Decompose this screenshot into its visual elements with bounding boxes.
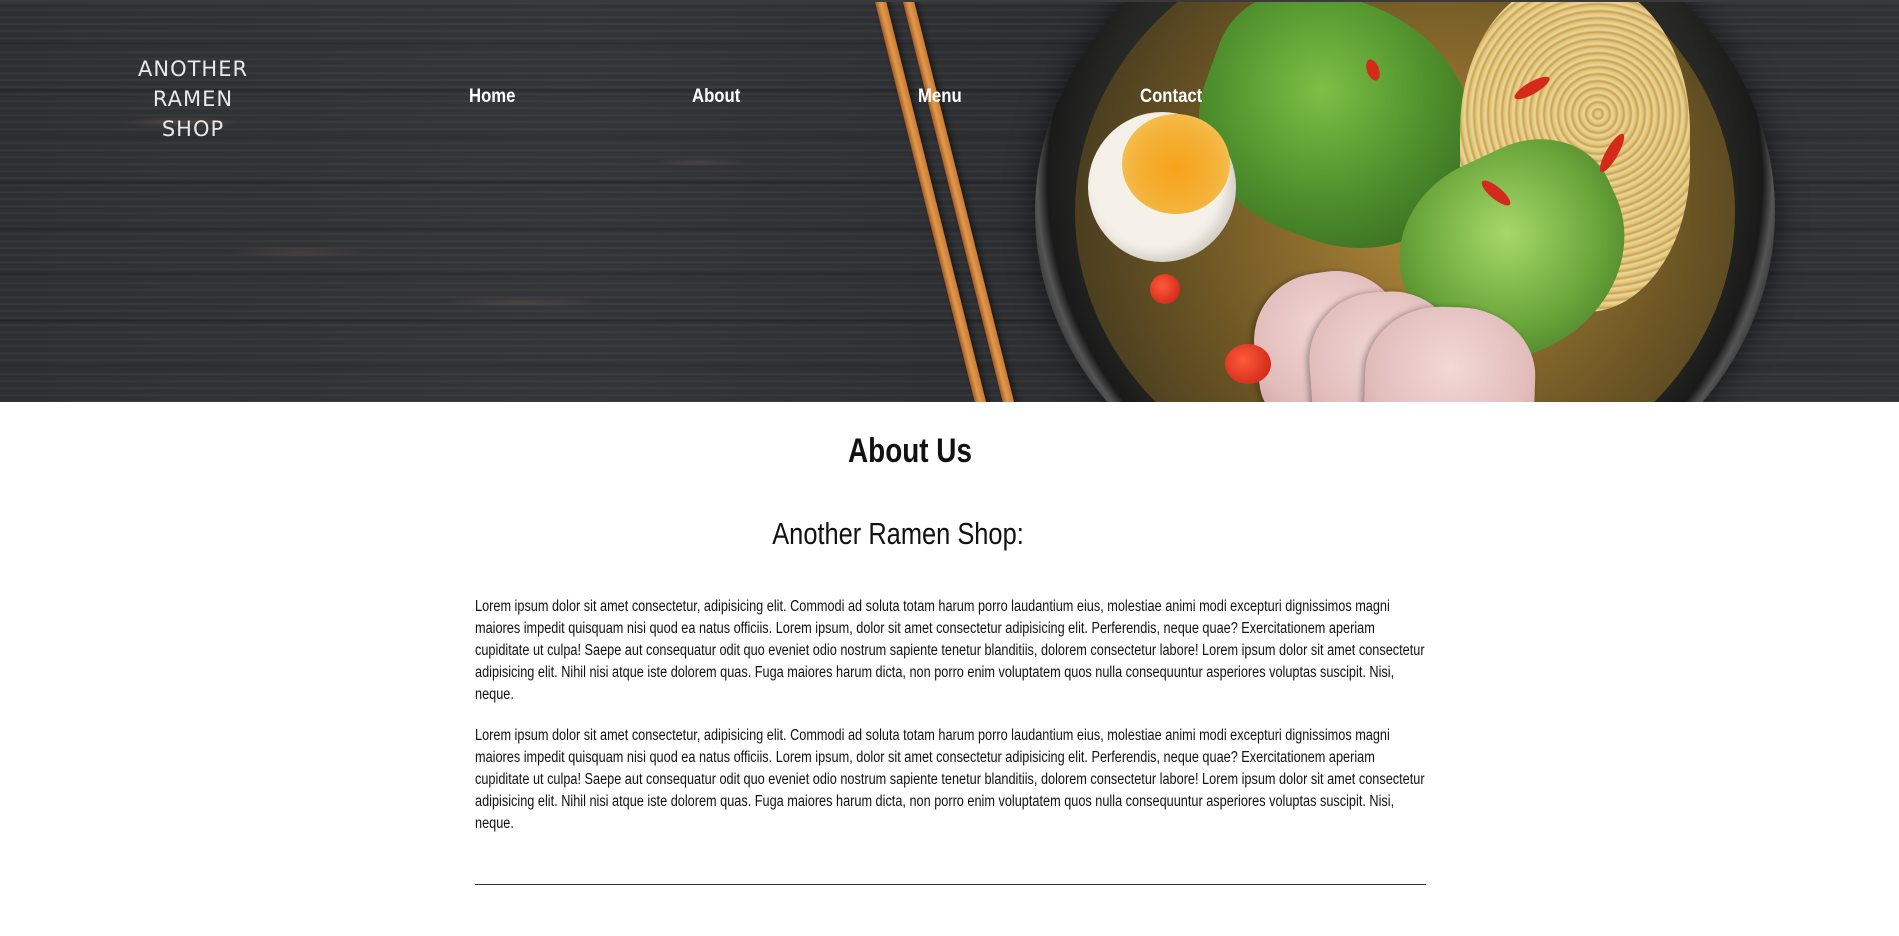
tomato xyxy=(1225,344,1271,384)
main-nav: Home About Menu Contact xyxy=(0,86,1899,116)
nav-link-home[interactable]: Home xyxy=(469,86,515,108)
about-paragraph: Lorem ipsum dolor sit amet consectetur, … xyxy=(475,598,1425,703)
logo-line: SHOP xyxy=(161,117,225,141)
about-paragraph: Lorem ipsum dolor sit amet consectetur, … xyxy=(475,727,1425,832)
tomato xyxy=(1150,274,1180,304)
egg-yolk xyxy=(1122,114,1230,214)
nav-link-about[interactable]: About xyxy=(692,86,740,108)
divider xyxy=(475,884,1426,885)
nav-link-menu[interactable]: Menu xyxy=(918,86,962,108)
page-title: About Us xyxy=(848,432,972,470)
logo-line: ANOTHER xyxy=(138,57,249,81)
section-subtitle: Another Ramen Shop: xyxy=(772,516,1024,551)
hero-header: ANOTHER RAMEN SHOP Home About Menu Conta… xyxy=(0,0,1899,402)
about-section: About Us Another Ramen Shop: Lorem ipsum… xyxy=(0,402,1899,936)
chopstick xyxy=(870,2,992,402)
nav-link-contact[interactable]: Contact xyxy=(1140,86,1202,108)
